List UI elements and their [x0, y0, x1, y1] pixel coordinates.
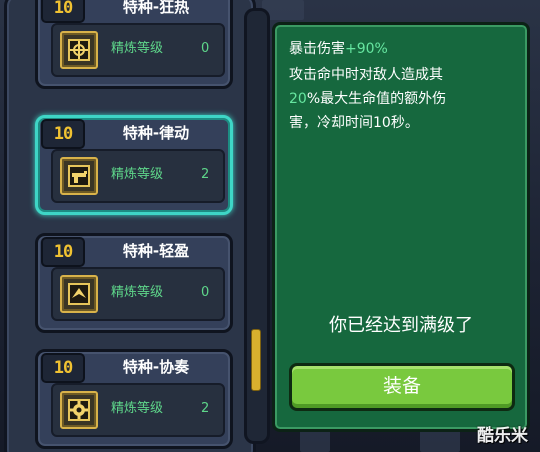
refine-level-label: 精炼等级: [111, 41, 164, 56]
card-info-box: 精炼等级 0: [51, 267, 225, 321]
stat-name: 暴击伤害: [289, 41, 345, 57]
gun-chip-icon: [60, 157, 98, 195]
level-badge: 10: [41, 0, 85, 23]
game-screen: 10 特种-狂热 精炼等级 0 10 特种-律动 精炼等级 2 10 特种-轻盈…: [0, 0, 540, 452]
refine-level-value: 2: [201, 167, 210, 182]
list-scrollbar[interactable]: [244, 8, 270, 444]
equipment-card[interactable]: 10 特种-轻盈 精炼等级 0: [35, 233, 233, 333]
description-text: %最大生命值的额外伤: [306, 91, 447, 107]
equipment-name: 特种-律动: [122, 124, 190, 142]
refine-level-label: 精炼等级: [111, 167, 164, 182]
description-line: 20%最大生命值的额外伤: [289, 89, 446, 109]
card-info-box: 精炼等级 2: [51, 383, 225, 437]
max-level-message: 你已经达到满级了: [329, 315, 473, 336]
equipment-list-panel: 10 特种-狂热 精炼等级 0 10 特种-律动 精炼等级 2 10 特种-轻盈…: [4, 0, 256, 452]
equipment-card[interactable]: 10 特种-协奏 精炼等级 2: [35, 349, 233, 449]
refine-level-value: 0: [201, 285, 210, 300]
equipment-detail-panel: 暴击伤害+90% 攻击命中时对敌人造成其 20%最大生命值的额外伤 害，冷却时间…: [272, 22, 530, 432]
equipment-card-selected[interactable]: 10 特种-律动 精炼等级 2: [35, 115, 233, 215]
stat-bonus: +90%: [345, 41, 388, 57]
background-object: [420, 430, 460, 452]
watermark-logo: 酷乐米: [477, 426, 528, 446]
refine-level-value: 0: [201, 41, 210, 56]
scrollbar-thumb[interactable]: [251, 329, 261, 391]
equipment-name: 特种-协奏: [122, 358, 190, 376]
gear-chip-icon: [60, 391, 98, 429]
card-info-box: 精炼等级 0: [51, 23, 225, 77]
description-value: 20: [289, 91, 307, 107]
level-badge: 10: [41, 237, 85, 267]
equipment-name: 特种-狂热: [122, 0, 190, 16]
description-line: 害，冷却时间10秒。: [289, 115, 419, 131]
stat-title: 暴击伤害+90%: [289, 39, 388, 59]
crosshair-chip-icon: [60, 31, 98, 69]
refine-level-label: 精炼等级: [111, 285, 164, 300]
card-info-box: 精炼等级 2: [51, 149, 225, 203]
equip-button[interactable]: 装备: [289, 363, 515, 411]
level-badge: 10: [41, 119, 85, 149]
wing-chip-icon: [60, 275, 98, 313]
description-line: 攻击命中时对敌人造成其: [289, 67, 443, 83]
level-badge: 10: [41, 353, 85, 383]
refine-level-value: 2: [201, 401, 210, 416]
refine-level-label: 精炼等级: [111, 401, 164, 416]
equipment-card[interactable]: 10 特种-狂热 精炼等级 0: [35, 0, 233, 89]
equipment-name: 特种-轻盈: [122, 242, 190, 260]
